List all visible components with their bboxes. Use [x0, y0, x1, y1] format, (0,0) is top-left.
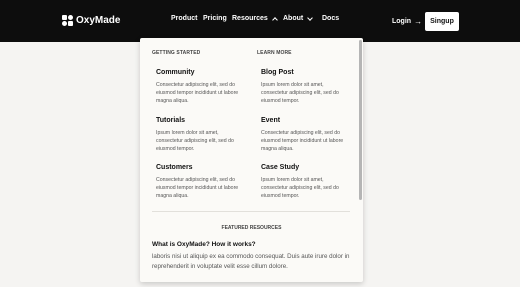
nav-resources-label: Resources — [232, 15, 268, 22]
nav-product-label: Product — [171, 15, 198, 22]
menu-item-customers-desc: Consectetur adipiscing elit, sed do eius… — [156, 177, 239, 199]
arrow-right-icon: → — [414, 17, 423, 26]
menu-item-case-study-desc: Ipsum lorem dolor sit amet, consectetur … — [261, 177, 339, 199]
menu-item-event[interactable]: Event — [261, 117, 280, 124]
nav-about-label: About — [283, 15, 304, 22]
featured-resource-desc: laboris nisi ut aliquip ex ea commodo co… — [152, 253, 350, 270]
menu-item-tutorials-desc: Ipsum lorem dolor sit amet, consectetur … — [156, 130, 234, 152]
top-navbar: OxyMade Product Pricing Resources About … — [0, 0, 520, 42]
menu-item-community-desc: Consectetur adipiscing elit, sed do eius… — [156, 82, 239, 104]
menu-item-customers[interactable]: Customers — [156, 164, 193, 171]
nav-about[interactable]: About — [283, 14, 314, 22]
nav-docs[interactable]: Docs — [322, 15, 339, 22]
login-label: Login — [392, 18, 412, 25]
nav-resources[interactable]: Resources — [232, 15, 278, 23]
signup-button[interactable]: Singup — [425, 12, 459, 31]
dropdown-scrollbar[interactable] — [359, 40, 362, 200]
menu-item-event-desc: Consectetur adipiscing elit, sed do eius… — [261, 130, 344, 152]
nav-pricing-label: Pricing — [203, 15, 227, 22]
login-link[interactable]: Login → — [392, 17, 422, 26]
dropdown-divider — [152, 211, 350, 212]
featured-resources-heading: FEATURED RESOURCES — [221, 225, 282, 231]
getting-started-heading: GETTING STARTED — [152, 50, 201, 56]
featured-resource-title[interactable]: What is OxyMade? How it works? — [152, 241, 256, 248]
chevron-down-icon — [307, 14, 314, 21]
nav-pricing[interactable]: Pricing — [203, 15, 227, 22]
menu-item-blog-post[interactable]: Blog Post — [261, 69, 294, 76]
chevron-up-icon — [271, 17, 278, 23]
nav-docs-label: Docs — [322, 15, 340, 22]
nav-product[interactable]: Product — [171, 15, 197, 22]
resources-dropdown: GETTING STARTED LEARN MORE Community Con… — [140, 38, 363, 282]
menu-item-blog-post-desc: Ipsum lorem dolor sit amet, consectetur … — [261, 82, 339, 104]
menu-item-tutorials[interactable]: Tutorials — [156, 117, 185, 124]
menu-item-community[interactable]: Community — [156, 69, 195, 76]
learn-more-heading: LEARN MORE — [257, 50, 292, 56]
menu-item-case-study[interactable]: Case Study — [261, 164, 299, 171]
